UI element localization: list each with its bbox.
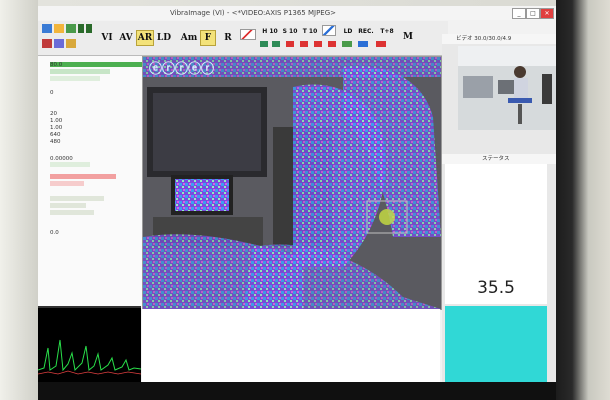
- light-green-bar: [50, 69, 110, 74]
- green-bar-icon[interactable]: [342, 41, 352, 47]
- monitor-bezel-bottom: [38, 380, 556, 400]
- param-value: 0: [50, 90, 54, 96]
- ld-button[interactable]: LD: [154, 30, 174, 46]
- pause-icon[interactable]: [86, 24, 92, 33]
- monitor-bezel-left: [0, 0, 38, 400]
- triangle-icon-2[interactable]: [328, 41, 336, 47]
- vibraimage-video: ⓔⓡⓡⓔⓡ: [142, 56, 442, 310]
- video-header: ビデオ 30.0/30.0/4.9: [442, 34, 556, 44]
- triangle-icon[interactable]: [314, 41, 322, 47]
- red-marker-icon-2[interactable]: [300, 41, 308, 47]
- monitor: VibraImage (VI) - <*VIDEO:AXIS P1365 MJP…: [0, 0, 610, 400]
- app-window: VibraImage (VI) - <*VIDEO:AXIS P1365 MJP…: [38, 6, 556, 382]
- red-marker-icon[interactable]: [286, 41, 294, 47]
- red-bar-icon[interactable]: [376, 41, 386, 47]
- status-color-indicator: [445, 306, 547, 382]
- maximize-button[interactable]: □: [526, 8, 540, 19]
- green-level-bar: [50, 62, 144, 67]
- ld-small-button[interactable]: LD: [340, 24, 356, 40]
- monitor-bezel-right: [556, 0, 610, 400]
- vi-button[interactable]: VI: [96, 30, 118, 46]
- parameters-panel: 80.0 0 20 1.00 1.00 640 480 0.00000 0.0: [38, 56, 147, 306]
- window-title: VibraImage (VI) - <*VIDEO:AXIS P1365 MJP…: [170, 9, 337, 17]
- red-signal-line: [38, 370, 142, 375]
- param-value: 1.00: [50, 118, 63, 124]
- camera-icon[interactable]: [66, 24, 76, 33]
- status-header: ステータス: [442, 154, 556, 164]
- toolbar: VI AV AR LD Am F R H 10 S 10 T 10 LD REC…: [38, 21, 448, 56]
- t8-button[interactable]: T+8: [378, 24, 396, 40]
- param-value: 20: [50, 111, 57, 117]
- gray-level-bar-2: [50, 203, 86, 208]
- wave-icon[interactable]: [322, 25, 336, 36]
- h10-button[interactable]: H 10: [260, 24, 280, 40]
- am-button[interactable]: Am: [178, 30, 200, 46]
- r-button[interactable]: R: [220, 30, 236, 46]
- param-value: 80.0: [50, 62, 63, 68]
- title-bar: VibraImage (VI) - <*VIDEO:AXIS P1365 MJP…: [38, 6, 556, 20]
- f-button[interactable]: F: [200, 30, 216, 46]
- status-display: 35.5: [445, 164, 547, 304]
- green-marker-icon[interactable]: [260, 41, 268, 47]
- signal-graph-svg: [38, 339, 142, 375]
- record-icon[interactable]: [42, 39, 52, 48]
- status-value: 35.5: [477, 278, 515, 298]
- m-button[interactable]: M: [400, 29, 416, 45]
- param-value: 480: [50, 139, 61, 145]
- av-button[interactable]: AV: [116, 30, 136, 46]
- signal-graph: [38, 306, 142, 382]
- chart-icon[interactable]: [240, 29, 256, 40]
- play-icon[interactable]: [78, 24, 84, 33]
- folder-icon[interactable]: [54, 24, 64, 33]
- t10-button[interactable]: T 10: [300, 24, 320, 40]
- param-value: 640: [50, 132, 61, 138]
- status-header-label: ステータス: [482, 156, 510, 162]
- light-green-bar-3: [50, 162, 90, 167]
- ar-button[interactable]: AR: [136, 30, 154, 46]
- s10-button[interactable]: S 10: [280, 24, 300, 40]
- video-header-label: ビデオ 30.0/30.0/4.9: [456, 36, 512, 42]
- gray-level-bar-3: [50, 210, 94, 215]
- vibraimage-frame: ⓔⓡⓡⓔⓡ: [143, 57, 441, 309]
- video-footer-area: [142, 309, 440, 382]
- signal-line: [38, 339, 142, 372]
- param-value: 1.00: [50, 125, 63, 131]
- camera-thumbnail-image: [458, 46, 556, 130]
- close-button[interactable]: ✕: [540, 8, 554, 19]
- gray-level-bar: [50, 196, 104, 201]
- color-icon[interactable]: [66, 39, 76, 48]
- light-green-bar-2: [50, 76, 100, 81]
- minimize-button[interactable]: _: [512, 8, 526, 19]
- right-panel: ビデオ 30.0/30.0/4.9 ステータス 35.5: [442, 34, 556, 382]
- rec-button[interactable]: REC.: [356, 24, 376, 40]
- red-level-bar: [50, 174, 116, 179]
- blue-bar-icon[interactable]: [358, 41, 368, 47]
- settings-icon[interactable]: [54, 39, 64, 48]
- param-value: 0.0: [50, 230, 59, 236]
- camera-thumbnail: [458, 46, 556, 130]
- pink-level-bar: [50, 181, 84, 186]
- svg-text:ⓔⓡⓡⓔⓡ: ⓔⓡⓡⓔⓡ: [149, 61, 214, 77]
- green-marker-icon-2[interactable]: [272, 41, 280, 47]
- open-icon[interactable]: [42, 24, 52, 33]
